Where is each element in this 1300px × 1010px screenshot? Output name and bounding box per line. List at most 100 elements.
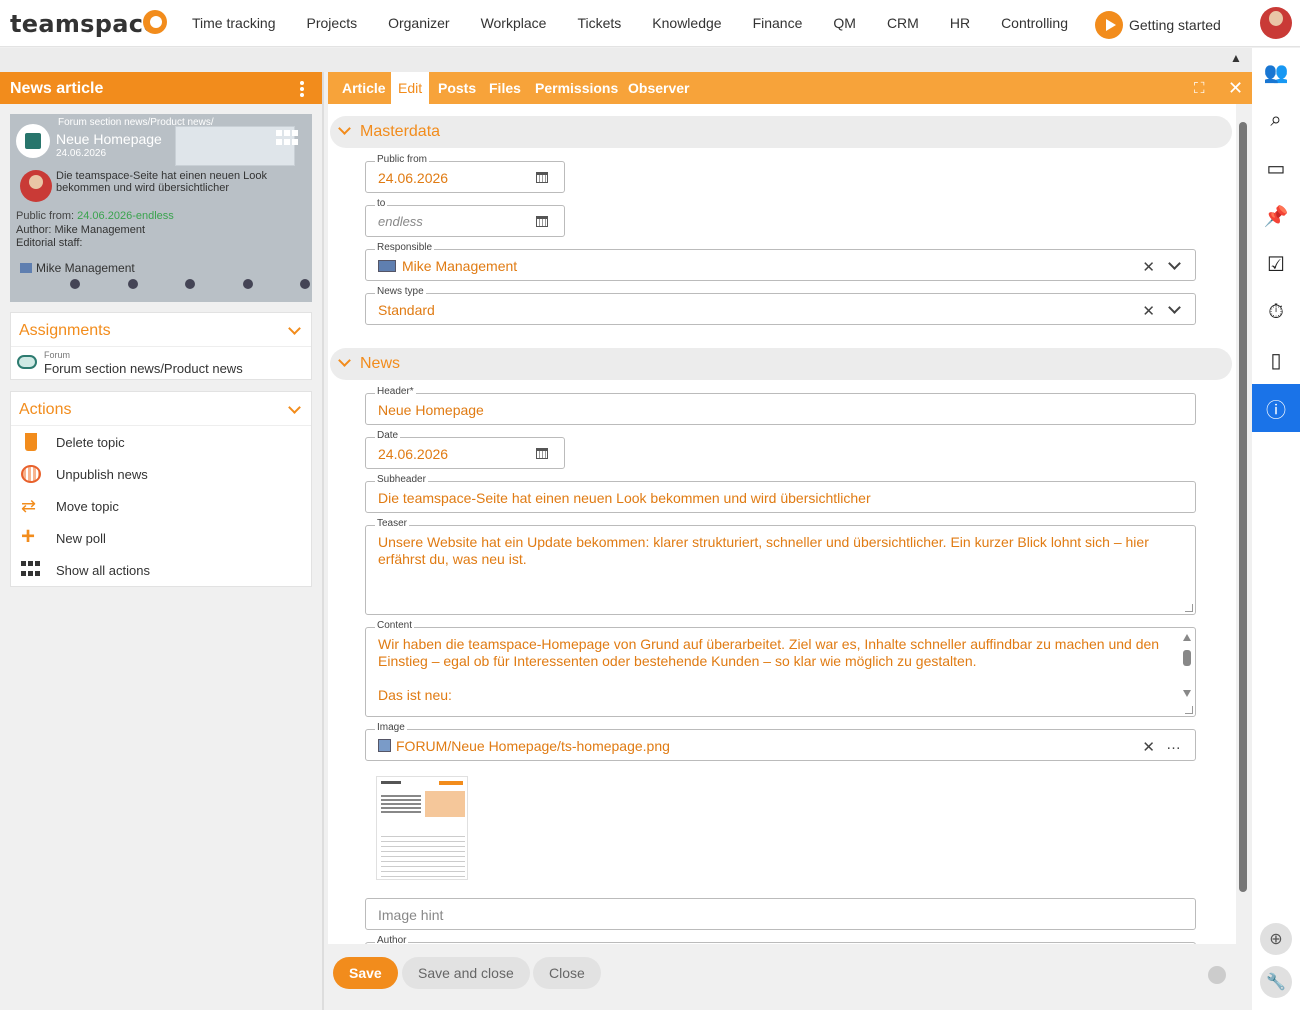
content-scrollbar[interactable]: [1183, 634, 1191, 704]
nav-workplace[interactable]: Workplace: [481, 15, 547, 31]
chevron-down-icon: [288, 401, 301, 414]
resize-grip-icon[interactable]: [1185, 604, 1193, 612]
nav-projects[interactable]: Projects: [307, 15, 358, 31]
user-circle-icon[interactable]: [1208, 966, 1226, 984]
actions-box: Actions Delete topic Unpublish news ⇄ Mo…: [10, 391, 312, 587]
nav-crm[interactable]: CRM: [887, 15, 919, 31]
action-move-topic[interactable]: ⇄ Move topic: [11, 490, 311, 522]
save-button[interactable]: Save: [333, 957, 398, 989]
wrench-icon[interactable]: 🔧: [1260, 966, 1292, 998]
assignments-header[interactable]: Assignments: [11, 313, 311, 347]
card-forum-path: Forum section news/Product news/: [58, 117, 214, 128]
search-icon[interactable]: ⌕: [1252, 96, 1300, 144]
main-nav: Time tracking Projects Organizer Workpla…: [192, 15, 1099, 31]
card-editorial: Editorial staff:: [16, 237, 83, 249]
resize-grip-icon[interactable]: [1185, 706, 1193, 714]
image-hint-input[interactable]: Image hint: [365, 898, 1196, 930]
action-unpublish-news[interactable]: Unpublish news: [11, 458, 311, 490]
image-thumbnail[interactable]: [376, 776, 468, 880]
tab-posts[interactable]: Posts: [438, 72, 476, 104]
masterdata-section-header[interactable]: Masterdata: [330, 116, 1232, 148]
assignment-value: Forum section news/Product news: [44, 361, 243, 376]
nav-time-tracking[interactable]: Time tracking: [192, 15, 276, 31]
person-card-icon: [20, 263, 32, 273]
main-scrollbar[interactable]: [1238, 112, 1248, 992]
nav-qm[interactable]: QM: [833, 15, 856, 31]
tab-edit[interactable]: Edit: [391, 72, 430, 104]
chevron-down-icon[interactable]: [1168, 301, 1181, 314]
news-preview-card[interactable]: Forum section news/Product news/ Neue Ho…: [10, 114, 312, 302]
content-textarea[interactable]: Content Wir haben die teamspace-Homepage…: [365, 620, 1196, 717]
content-paragraph-1: Wir haben die teamspace-Homepage von Gru…: [378, 636, 1160, 669]
action-delete-topic[interactable]: Delete topic: [11, 426, 311, 458]
tab-bar: Article Edit Posts Files Permissions Obs…: [328, 72, 1252, 104]
app-logo[interactable]: teamspace: [10, 10, 160, 38]
news-type-select[interactable]: News type Standard ✕: [365, 286, 1196, 325]
top-bar: teamspace Time tracking Projects Organiz…: [0, 0, 1300, 47]
chevron-down-icon: [288, 322, 301, 335]
user-avatar[interactable]: [1260, 7, 1292, 39]
tab-article[interactable]: Article: [342, 72, 386, 104]
nav-finance[interactable]: Finance: [753, 15, 803, 31]
calendar-icon[interactable]: [536, 172, 548, 183]
left-panel: News article Forum section news/Product …: [0, 72, 324, 1010]
nav-controlling[interactable]: Controlling: [1001, 15, 1068, 31]
nav-organizer[interactable]: Organizer: [388, 15, 449, 31]
info-icon[interactable]: ⓘ: [1252, 384, 1300, 432]
left-panel-header: News article: [0, 72, 322, 104]
tab-files[interactable]: Files: [489, 72, 521, 104]
chevron-down-icon: [338, 354, 351, 367]
pin-icon[interactable]: 📌: [1252, 192, 1300, 240]
card-subheader: Die teamspace-Seite hat einen neuen Look…: [56, 170, 267, 194]
chevron-down-icon[interactable]: [1168, 257, 1181, 270]
top-gray-band: [0, 48, 1252, 72]
scrollbar-thumb[interactable]: [1239, 122, 1247, 892]
forum-badge-icon: [16, 124, 50, 158]
card-badges: [70, 279, 310, 289]
actions-header[interactable]: Actions: [11, 392, 311, 426]
more-options-icon[interactable]: …: [1166, 736, 1181, 753]
header-input[interactable]: Header* Neue Homepage: [365, 386, 1196, 425]
to-field[interactable]: to endless: [365, 198, 565, 237]
calendar-icon[interactable]: [536, 448, 548, 459]
users-icon[interactable]: 👥: [1252, 48, 1300, 96]
kebab-menu-icon[interactable]: [300, 81, 304, 97]
mobile-icon[interactable]: ▯: [1252, 336, 1300, 384]
person-card-icon: [378, 260, 396, 272]
stopwatch-icon[interactable]: ⏱: [1252, 288, 1300, 336]
calendar-icon[interactable]: [536, 216, 548, 227]
image-field[interactable]: Image FORUM/Neue Homepage/ts-homepage.pn…: [365, 722, 1196, 761]
grid-view-icon[interactable]: [276, 130, 298, 146]
chevron-down-icon: [338, 122, 351, 135]
clear-icon[interactable]: ✕: [1142, 258, 1155, 276]
action-new-poll[interactable]: + New poll: [11, 522, 311, 554]
nav-knowledge[interactable]: Knowledge: [652, 15, 721, 31]
teaser-textarea[interactable]: Teaser Unsere Website hat ein Update bek…: [365, 518, 1196, 615]
close-icon[interactable]: ✕: [1228, 78, 1243, 99]
getting-started-button[interactable]: Getting started: [1095, 11, 1221, 39]
clear-icon[interactable]: ✕: [1142, 302, 1155, 320]
expand-icon[interactable]: ⛶: [1194, 80, 1205, 97]
subheader-input[interactable]: Subheader Die teamspace-Seite hat einen …: [365, 474, 1196, 513]
tab-permissions[interactable]: Permissions: [535, 72, 618, 104]
inbox-icon[interactable]: ▭: [1252, 144, 1300, 192]
play-icon: [1095, 11, 1123, 39]
clear-icon[interactable]: ✕: [1142, 738, 1155, 756]
card-author-avatar: [20, 170, 52, 202]
checklist-icon[interactable]: ☑: [1252, 240, 1300, 288]
assignment-forum-item[interactable]: Forum Forum section news/Product news: [11, 347, 311, 379]
news-section-header[interactable]: News: [330, 348, 1232, 380]
save-and-close-button[interactable]: Save and close: [402, 957, 530, 989]
plus-circle-icon[interactable]: ⊕: [1260, 923, 1292, 955]
action-show-all[interactable]: Show all actions: [11, 554, 311, 586]
responsible-select[interactable]: Responsible Mike Management ✕: [365, 242, 1196, 281]
edit-form: Masterdata Public from 24.06.2026 to end…: [328, 104, 1236, 944]
date-field[interactable]: Date 24.06.2026: [365, 430, 565, 469]
public-from-field[interactable]: Public from 24.06.2026: [365, 154, 565, 193]
scroll-up-icon[interactable]: ▲: [1230, 51, 1242, 65]
close-button[interactable]: Close: [533, 957, 601, 989]
nav-hr[interactable]: HR: [950, 15, 970, 31]
nav-tickets[interactable]: Tickets: [577, 15, 621, 31]
tab-observer[interactable]: Observer: [628, 72, 689, 104]
globe-icon: [21, 465, 41, 483]
